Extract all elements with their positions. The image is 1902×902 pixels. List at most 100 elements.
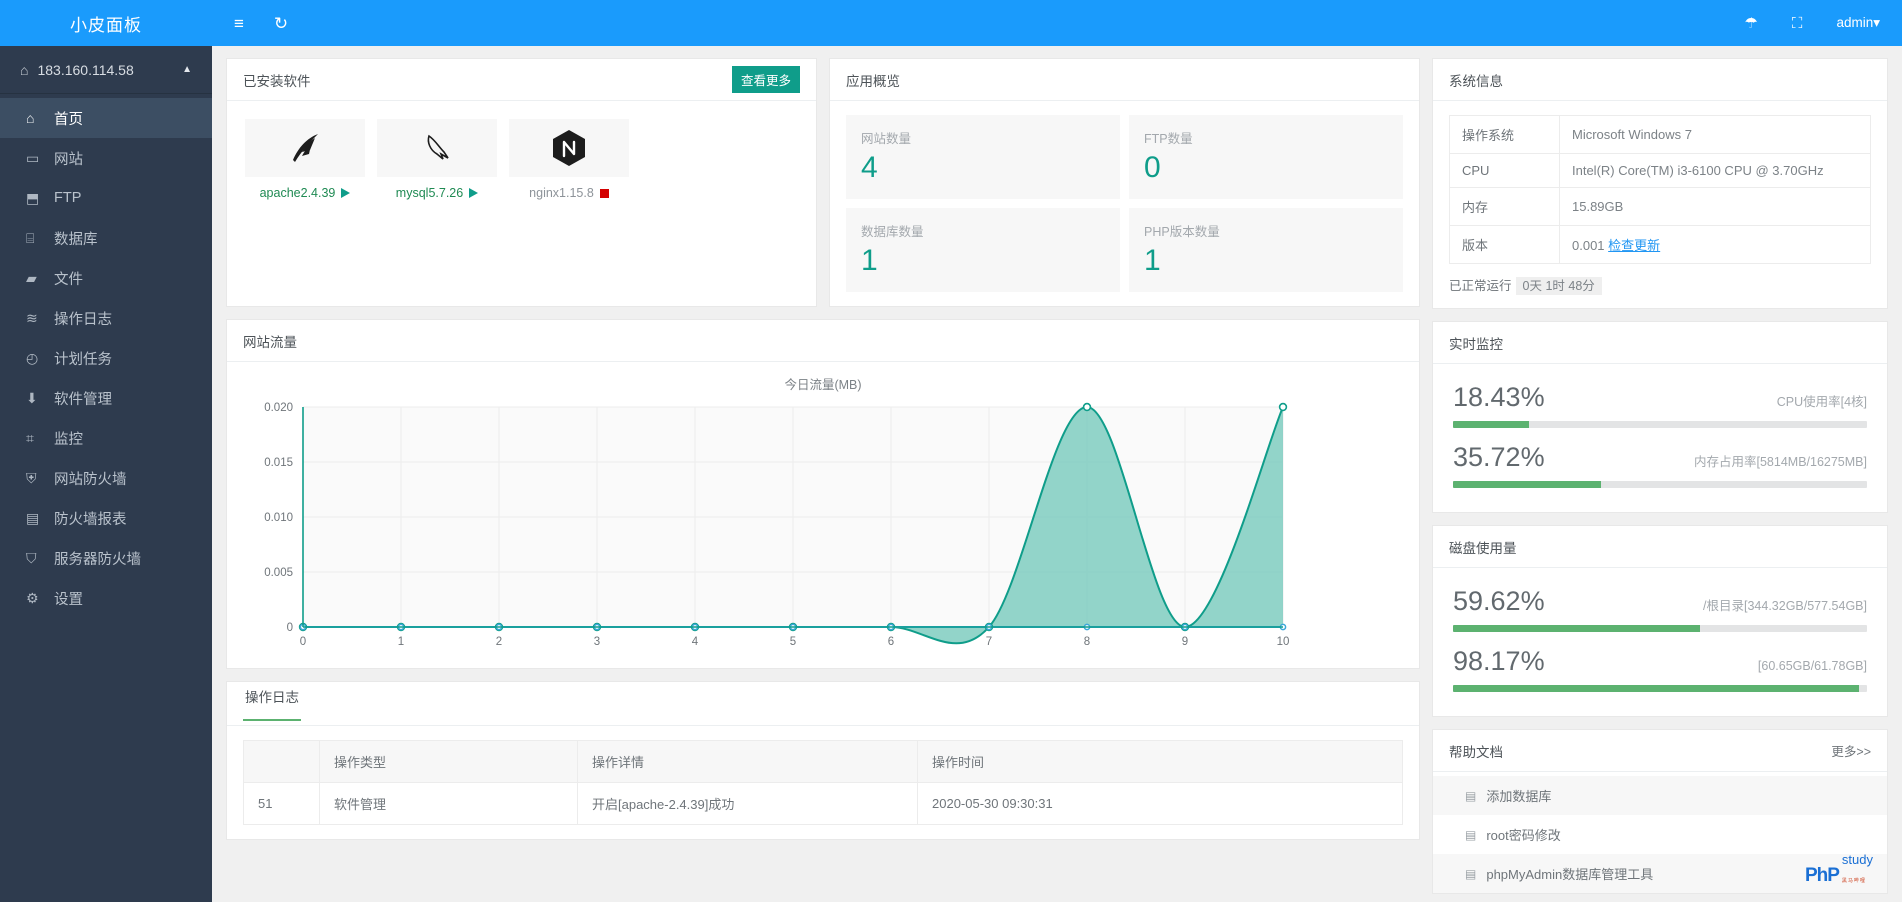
sidebar-item-label: FTP	[54, 190, 82, 206]
clock-icon: ◴	[26, 349, 39, 366]
help-doc-label: 添加数据库	[1486, 789, 1552, 804]
usage-label: [60.65GB/61.78GB]	[1757, 659, 1867, 673]
sidebar-item-label: 文件	[54, 271, 83, 288]
usage-progress-bar	[1453, 625, 1867, 632]
sidebar-item-9[interactable]: ⛨ 网站防火墙	[0, 458, 212, 498]
chart-y-tick-label: 0.005	[264, 567, 293, 579]
system-info-value: Microsoft Windows 7	[1559, 115, 1871, 154]
sidebar-item-1[interactable]: ▭ 网站	[0, 138, 212, 178]
sidebar-item-label: 软件管理	[54, 391, 112, 408]
doc-icon: ▤	[1465, 866, 1477, 881]
overview-tile: FTP数量 0	[1129, 115, 1403, 199]
gear-icon: ⚙	[26, 589, 39, 606]
usage-row-top: 98.17% [60.65GB/61.78GB]	[1453, 646, 1867, 677]
chart-x-tick-label: 5	[790, 636, 796, 648]
software-name: apache2.4.39	[259, 186, 336, 200]
software-item[interactable]: apache2.4.39	[245, 119, 365, 200]
sidebar-item-label: 首页	[54, 111, 83, 128]
sidebar-item-0[interactable]: ⌂ 首页	[0, 98, 212, 138]
sidebar-item-3[interactable]: ⌸ 数据库	[0, 218, 212, 258]
doc-icon: ▤	[1465, 788, 1477, 803]
admin-menu[interactable]: admin▾	[1836, 15, 1880, 31]
database-icon: ⌸	[26, 229, 35, 246]
watermark-study: study	[1841, 852, 1873, 867]
traffic-chart[interactable]: 0 0.005 0.010 0.015 0.020 0 1 2 3 4 5 6 7 8 9 10	[237, 397, 1307, 657]
host-ip: 183.160.114.58	[37, 61, 134, 78]
chart-x-tick-label: 3	[594, 636, 600, 648]
globe-language-icon[interactable]: ☂	[1744, 14, 1757, 32]
system-info-row: 版本 0.001 检查更新	[1449, 225, 1871, 264]
oplog-cell-time: 2020-05-30 09:30:31	[917, 782, 1403, 825]
usage-progress-fill	[1453, 625, 1700, 632]
system-info-value: 0.001 检查更新	[1559, 225, 1871, 264]
chart-y-tick-label: 0.010	[264, 512, 293, 524]
fullscreen-icon[interactable]: ⛶	[1792, 15, 1803, 32]
table-row: 51 软件管理 开启[apache-2.4.39]成功 2020-05-30 09:3…	[243, 782, 1403, 825]
oplog-cell-type: 软件管理	[319, 782, 578, 825]
help-docs-more-link[interactable]: 更多>>	[1831, 741, 1871, 760]
doc-icon: ▤	[1465, 827, 1477, 842]
system-info-row: 内存 15.89GB	[1449, 187, 1871, 226]
play-triangle-icon[interactable]	[469, 188, 479, 198]
sidebar-item-10[interactable]: ▤ 防火墙报表	[0, 498, 212, 538]
tab-oplog[interactable]: 操作日志	[243, 686, 301, 721]
sidebar-item-8[interactable]: ⌗ 监控	[0, 418, 212, 458]
sidebar-item-6[interactable]: ◴ 计划任务	[0, 338, 212, 378]
play-triangle-icon[interactable]	[341, 188, 351, 198]
report-icon: ▤	[26, 509, 40, 526]
chevron-up-icon: ▲	[182, 64, 192, 75]
overview-tile-label: 网站数量	[861, 132, 912, 146]
view-more-button[interactable]: 查看更多	[731, 66, 800, 93]
oplog-body: 操作类型 操作详情 操作时间 51 软件管理 开启[apache-2.4.39]成功 20…	[227, 726, 1419, 839]
chart-point[interactable]	[1278, 402, 1288, 412]
sidebar-item-7[interactable]: ⬇ 软件管理	[0, 378, 212, 418]
help-docs-card: 帮助文档 更多>> ▤ 添加数据库 ▤ root密码修改 ▤ phpMyAdmin数据库管…	[1432, 729, 1888, 894]
system-info-key: 内存	[1449, 187, 1560, 226]
chart-title: 今日流量(MB)	[784, 378, 862, 392]
stop-square-icon[interactable]	[599, 188, 609, 198]
help-doc-item[interactable]: ▤ 添加数据库	[1433, 776, 1887, 815]
apache-feather-icon	[245, 119, 365, 177]
software-item[interactable]: mysql5.7.26	[377, 119, 497, 200]
chart-x-tick-label: 0	[300, 636, 306, 648]
oplog-table: 操作类型 操作详情 操作时间 51 软件管理 开启[apache-2.4.39]成功 20…	[243, 740, 1403, 825]
help-doc-item[interactable]: ▤ root密码修改	[1433, 815, 1887, 854]
phpstudy-watermark: PhP study 黑马哔哩	[1805, 851, 1873, 887]
software-item[interactable]: nginx1.15.8	[509, 119, 629, 200]
sidebar-nav: ⌂ 首页 ▭ 网站 ⬒ FTP ⌸ 数据库 ▰ 文件 ≋ 操作日志 ◴ 计划任务 ⬇ 软件管理 ⌗ 监控 ⛨ 网站防火…	[0, 94, 212, 618]
home-icon: ⌂	[20, 61, 29, 78]
hamburger-list-icon[interactable]: ≡	[234, 15, 244, 32]
software-caption: mysql5.7.26	[377, 186, 497, 200]
installed-software-title: 已安装软件	[243, 73, 311, 89]
chart-x-tick-label: 4	[692, 636, 699, 648]
sidebar-item-11[interactable]: ⛉ 服务器防火墙	[0, 538, 212, 578]
sidebar-item-12[interactable]: ⚙ 设置	[0, 578, 212, 618]
shield-icon: ⛉	[26, 549, 37, 566]
system-info-key: 操作系统	[1449, 115, 1560, 154]
overview-tiles: 网站数量 4 FTP数量 0 数据库数量 1 PHP版本数量 1	[846, 115, 1403, 292]
chart-point[interactable]	[1082, 402, 1092, 412]
uptime-label: 已正常运行	[1449, 279, 1512, 293]
overview-tile: 网站数量 4	[846, 115, 1120, 199]
usage-progress-fill	[1453, 685, 1860, 692]
sidebar-item-4[interactable]: ▰ 文件	[0, 258, 212, 298]
overview-tile-value: 0	[1144, 151, 1161, 184]
sidebar-item-label: 网站防火墙	[54, 471, 127, 488]
oplog-column-header: 操作类型	[319, 740, 578, 783]
sidebar-item-5[interactable]: ≋ 操作日志	[0, 298, 212, 338]
disk-usage-title: 磁盘使用量	[1449, 540, 1517, 556]
left-column: 已安装软件 查看更多 apache2.4.39 mysql5.7.26 nginx1…	[226, 58, 1420, 902]
sidebar: 小皮面板 ⌂ 183.160.114.58 ▲ ⌂ 首页 ▭ 网站 ⬒ FTP ⌸ 数据库 ▰ 文…	[0, 0, 212, 902]
home-icon: ⌂	[26, 110, 35, 126]
refresh-icon[interactable]: ↻	[274, 15, 288, 32]
folder-icon: ▰	[26, 269, 37, 286]
chart-x-tick-label: 2	[496, 636, 502, 648]
watermark-study-group: study 黑马哔哩	[1842, 851, 1873, 887]
host-selector[interactable]: ⌂ 183.160.114.58 ▲	[0, 46, 212, 94]
sidebar-item-2[interactable]: ⬒ FTP	[0, 178, 212, 218]
shield-check-icon: ⛨	[26, 469, 37, 486]
usage-progress-bar	[1453, 481, 1867, 488]
system-info-value-text: Intel(R) Core(TM) i3-6100 CPU @ 3.70GHz	[1572, 163, 1824, 178]
usage-percent: 59.62%	[1453, 586, 1545, 616]
check-update-link[interactable]: 检查更新	[1608, 238, 1660, 253]
